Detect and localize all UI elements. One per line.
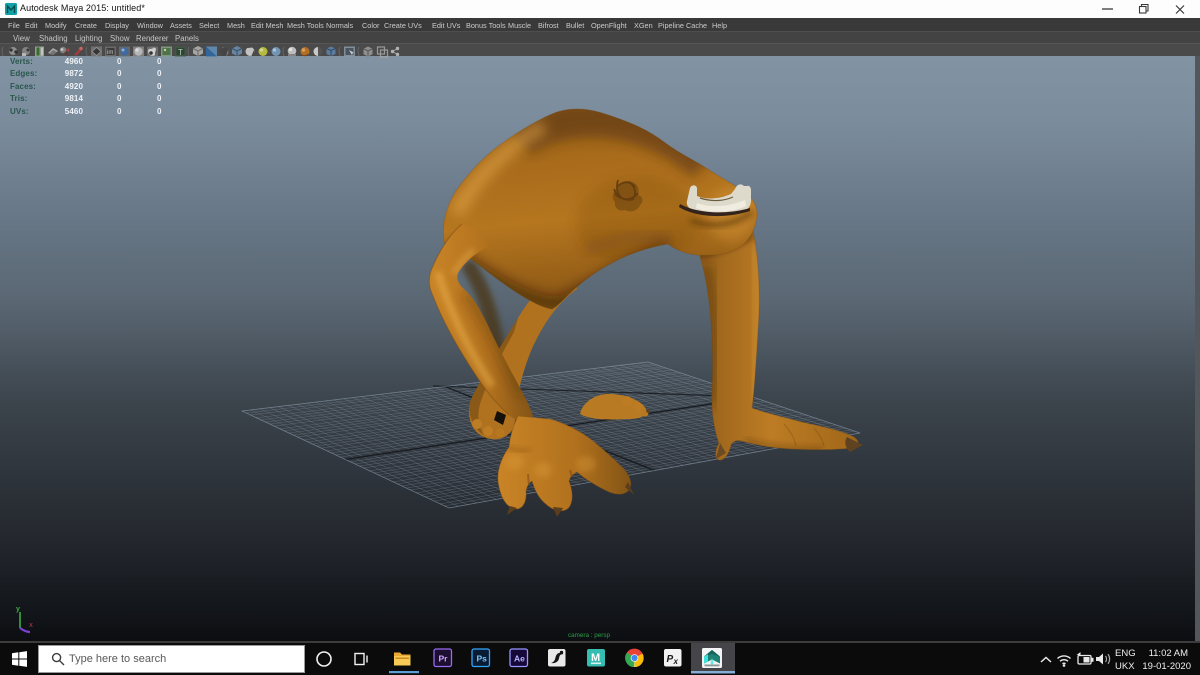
svg-text:Pr: Pr (439, 654, 449, 664)
svg-text:x: x (673, 657, 679, 666)
svg-text:19-01-2020: 19-01-2020 (1142, 661, 1191, 672)
svg-text:UKX: UKX (1115, 661, 1135, 672)
svg-text:11:02 AM: 11:02 AM (1149, 648, 1189, 659)
svg-text:ENG: ENG (1115, 648, 1136, 659)
svg-text:Ps: Ps (477, 654, 488, 664)
svg-text:M: M (591, 652, 600, 664)
svg-text:x: x (29, 622, 33, 629)
svg-text:Ae: Ae (514, 654, 525, 664)
svg-text:camera : persp: camera : persp (568, 632, 610, 639)
svg-text:P: P (667, 654, 674, 665)
svg-text:y: y (16, 606, 20, 613)
